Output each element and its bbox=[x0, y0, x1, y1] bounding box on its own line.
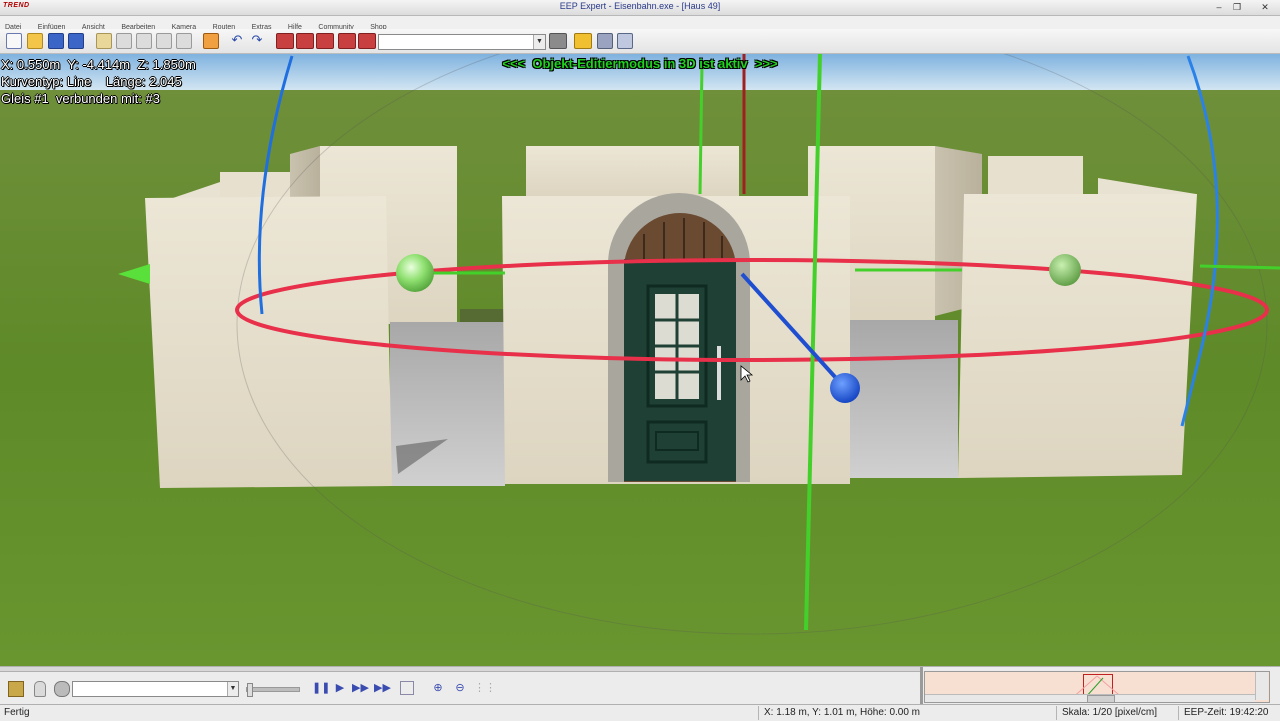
light-bulb-icon[interactable] bbox=[34, 681, 46, 697]
wall-front-right bbox=[958, 194, 1197, 478]
layer-icon[interactable] bbox=[574, 33, 592, 49]
mode-banner: <<< Objekt-Editiermodus in 3D ist aktiv … bbox=[502, 56, 778, 71]
route-select[interactable]: ▼ bbox=[72, 681, 239, 697]
3d-viewport[interactable]: X: 0.550m Y: -4.414m Z: 1.850m Kurventyp… bbox=[0, 54, 1280, 666]
save-icon[interactable] bbox=[48, 33, 64, 49]
signal-icon[interactable] bbox=[549, 33, 567, 49]
paste-icon[interactable] bbox=[136, 33, 152, 49]
copy-icon[interactable] bbox=[116, 33, 132, 49]
curve-readout: Kurventyp: Line Länge: 2.045 bbox=[1, 74, 182, 89]
speed-slider[interactable] bbox=[246, 683, 300, 697]
wall-back-center bbox=[526, 146, 739, 196]
restore-icon[interactable]: ❐ bbox=[1230, 1, 1244, 13]
list-icon[interactable] bbox=[617, 33, 633, 49]
minimap-vscroll[interactable] bbox=[1255, 672, 1268, 700]
delete-icon[interactable] bbox=[176, 33, 192, 49]
minimize-icon[interactable]: – bbox=[1212, 1, 1226, 13]
menu-bar: Datei Einfügen Ansicht Bearbeiten Kamera… bbox=[0, 16, 1280, 31]
fast-forward-max-icon[interactable]: ▶▶ bbox=[374, 681, 391, 695]
speed-slider-thumb[interactable] bbox=[247, 683, 253, 697]
cursor-position: X: 1.18 m, Y: 1.01 m, Höhe: 0.00 m bbox=[764, 707, 921, 718]
pause-icon[interactable]: ❚❚ bbox=[312, 681, 330, 695]
object-select-value bbox=[379, 40, 381, 50]
zoom-in-icon[interactable]: ⊕ bbox=[430, 681, 446, 695]
scene-canvas bbox=[0, 54, 1280, 666]
y-handle-right bbox=[1049, 254, 1081, 286]
minimap-scroll-thumb[interactable] bbox=[1087, 695, 1115, 703]
wall-back-right-2 bbox=[988, 156, 1083, 194]
new-file-icon[interactable] bbox=[6, 33, 22, 49]
splitter[interactable] bbox=[0, 667, 920, 672]
bottom-toolbar: ▼ ❚❚ ▶ ▶▶ ▶▶ ⊕ ⊖ ⋮⋮ bbox=[0, 666, 1280, 705]
chevron-down-icon[interactable]: ▼ bbox=[227, 682, 238, 696]
scale-readout: Skala: 1/20 [pixel/cm] bbox=[1062, 707, 1158, 718]
track-rail-icon[interactable] bbox=[276, 33, 294, 49]
grid-icon[interactable]: ⋮⋮ bbox=[474, 681, 496, 695]
save-as-icon[interactable] bbox=[68, 33, 84, 49]
status-bar: Fertig X: 1.18 m, Y: 1.01 m, Höhe: 0.00 … bbox=[0, 704, 1280, 721]
minimap[interactable] bbox=[924, 671, 1270, 703]
undo-icon[interactable]: ↶ bbox=[230, 33, 244, 47]
door-handle bbox=[717, 346, 721, 400]
track-readout: Gleis #1 verbunden mit: #3 bbox=[1, 91, 160, 106]
zoom-out-icon[interactable]: ⊖ bbox=[452, 681, 468, 695]
fast-forward-icon[interactable]: ▶▶ bbox=[352, 681, 369, 695]
track-control-icon[interactable] bbox=[358, 33, 376, 49]
close-icon[interactable]: ✕ bbox=[1258, 1, 1272, 13]
main-toolbar: ↶ ↷ ▼ bbox=[0, 29, 1280, 54]
track-water-icon[interactable] bbox=[338, 33, 356, 49]
y-handle-left bbox=[396, 254, 434, 292]
open-folder-icon[interactable] bbox=[27, 33, 43, 49]
play-icon[interactable]: ▶ bbox=[332, 681, 348, 695]
screenshot-icon[interactable] bbox=[400, 681, 414, 695]
tools-icon[interactable] bbox=[597, 33, 613, 49]
minimap-scrollbar[interactable] bbox=[925, 694, 1255, 703]
redo-icon[interactable]: ↷ bbox=[250, 33, 264, 47]
chevron-down-icon[interactable]: ▼ bbox=[533, 35, 545, 49]
window-title: EEP Expert - Eisenbahn.exe - [Haus 49] bbox=[559, 1, 721, 11]
edit-pen-icon[interactable] bbox=[8, 681, 24, 697]
gear-icon[interactable] bbox=[54, 681, 70, 697]
object-select[interactable]: ▼ bbox=[378, 34, 546, 50]
duplicate-icon[interactable] bbox=[156, 33, 172, 49]
title-bar: TREND EEP Expert - Eisenbahn.exe - [Haus… bbox=[0, 0, 1280, 16]
cut-icon[interactable] bbox=[96, 33, 112, 49]
status-text: Fertig bbox=[4, 707, 30, 718]
track-tram-icon[interactable] bbox=[316, 33, 334, 49]
track-road-icon[interactable] bbox=[296, 33, 314, 49]
eep-time: EEP-Zeit: 19:42:20 bbox=[1184, 707, 1269, 718]
floor-right bbox=[850, 320, 958, 478]
z-handle bbox=[830, 373, 860, 403]
properties-icon[interactable] bbox=[203, 33, 219, 49]
